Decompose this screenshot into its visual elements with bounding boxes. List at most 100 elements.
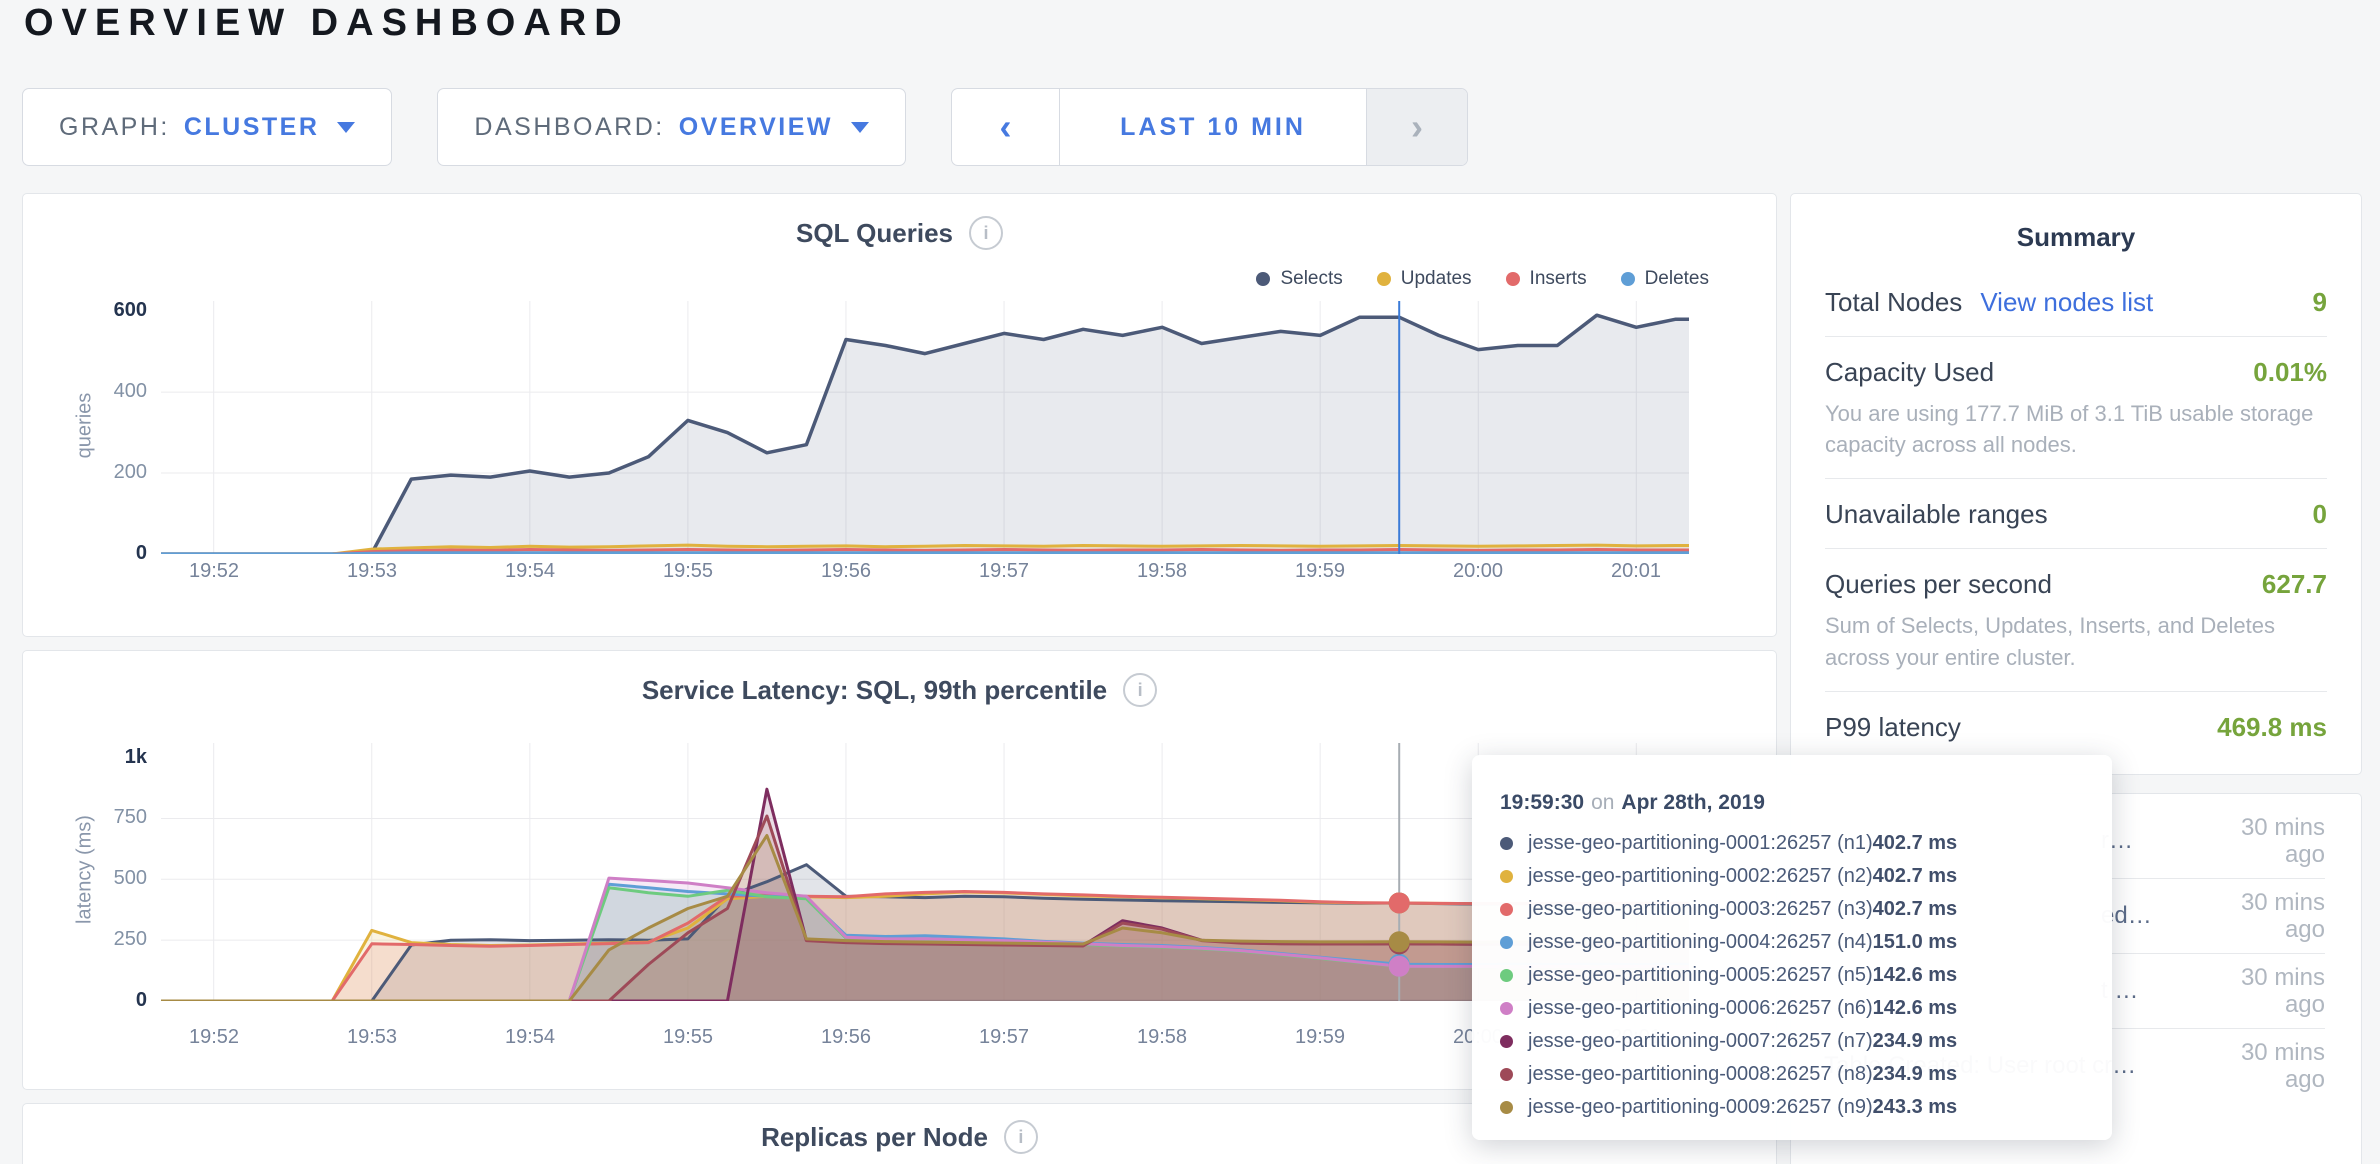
node-latency-value: 234.9 ms [1873,1030,1958,1053]
summary-subtext: You are using 177.7 MiB of 3.1 TiB usabl… [1825,398,2327,460]
summary-label: Unavailable ranges [1825,499,2048,530]
summary-label: Total Nodes [1825,287,1962,318]
summary-title: Summary [1825,222,2327,253]
y-axis-label: queries [74,306,97,546]
tooltip-date: Apr 28th, 2019 [1621,791,1765,814]
tooltip-row: jesse-geo-partitioning-0005:26257 (n5)14… [1500,959,2084,992]
chevron-down-icon [337,122,355,133]
series-dot-icon [1500,837,1513,850]
series-dot-icon [1500,1068,1513,1081]
x-tick-label: 19:54 [485,560,575,583]
chevron-right-icon: › [1411,106,1423,148]
node-name: jesse-geo-partitioning-0002:26257 (n2) [1528,865,1873,888]
x-tick-label: 19:53 [327,560,417,583]
x-tick-label: 19:56 [801,560,891,583]
controls-bar: GRAPH: CLUSTER DASHBOARD: OVERVIEW ‹ LAS… [22,88,1468,166]
summary-value: 0 [2313,499,2327,530]
tooltip-row: jesse-geo-partitioning-0006:26257 (n6)14… [1500,992,2084,1025]
node-latency-value: 402.7 ms [1873,832,1958,855]
tooltip-header: 19:59:30 on Apr 28th, 2019 [1500,791,2084,815]
chart-plot[interactable] [161,743,1689,1001]
node-name: jesse-geo-partitioning-0001:26257 (n1) [1528,832,1873,855]
chart-tooltip: 19:59:30 on Apr 28th, 2019 jesse-geo-parti… [1472,755,2112,1140]
chart-plot[interactable] [161,301,1689,554]
summary-subtext: Sum of Selects, Updates, Inserts, and De… [1825,610,2327,672]
node-name: jesse-geo-partitioning-0003:26257 (n3) [1528,898,1873,921]
page: OVERVIEW DASHBOARD GRAPH: CLUSTER DASHBO… [0,0,2380,1164]
x-tick-label: 19:58 [1117,1026,1207,1049]
node-latency-value: 402.7 ms [1873,898,1958,921]
summary-row: Unavailable ranges 0 [1825,478,2327,548]
node-name: jesse-geo-partitioning-0009:26257 (n9) [1528,1096,1873,1119]
series-dot-icon [1500,870,1513,883]
page-title: OVERVIEW DASHBOARD [24,2,630,45]
node-name: jesse-geo-partitioning-0006:26257 (n6) [1528,997,1873,1020]
event-timestamp: 30 minsago [2241,889,2325,943]
node-name: jesse-geo-partitioning-0004:26257 (n4) [1528,931,1873,954]
graph-dropdown[interactable]: GRAPH: CLUSTER [22,88,392,166]
x-tick-label: 20:01 [1591,560,1681,583]
series-dot-icon [1500,969,1513,982]
node-latency-value: 142.6 ms [1873,964,1958,987]
x-tick-label: 19:56 [801,1026,891,1049]
sql-queries-chart[interactable]: 020040060019:5219:5319:5419:5519:5619:57… [23,194,1776,636]
node-latency-value: 402.7 ms [1873,865,1958,888]
summary-value: 0.01% [2253,357,2327,388]
tooltip-on: on [1591,791,1614,814]
x-tick-label: 19:57 [959,560,1049,583]
summary-card: Summary Total Nodes View nodes list 9 Capac… [1790,193,2362,775]
series-dot-icon [1500,1101,1513,1114]
tooltip-rows: jesse-geo-partitioning-0001:26257 (n1)40… [1500,827,2084,1124]
summary-label: Capacity Used [1825,357,1994,388]
x-tick-label: 20:00 [1433,560,1523,583]
chevron-down-icon [851,122,869,133]
graph-dropdown-value: CLUSTER [184,113,320,142]
node-name: jesse-geo-partitioning-0005:26257 (n5) [1528,964,1873,987]
time-range-value[interactable]: LAST 10 MIN [1059,89,1367,165]
event-timestamp: 30 minsago [2241,1039,2325,1093]
dashboard-dropdown-label: DASHBOARD: [474,113,664,142]
tooltip-time: 19:59:30 [1500,791,1584,814]
x-tick-label: 19:55 [643,560,733,583]
tooltip-row: jesse-geo-partitioning-0009:26257 (n9)24… [1500,1091,2084,1124]
dashboard-dropdown[interactable]: DASHBOARD: OVERVIEW [437,88,906,166]
time-prev-button[interactable]: ‹ [952,89,1059,165]
x-tick-label: 19:54 [485,1026,575,1049]
node-latency-value: 234.9 ms [1873,1063,1958,1086]
event-timestamp: 30 minsago [2241,964,2325,1018]
series-dot-icon [1500,936,1513,949]
tooltip-row: jesse-geo-partitioning-0001:26257 (n1)40… [1500,827,2084,860]
x-tick-label: 19:52 [169,560,259,583]
tooltip-row: jesse-geo-partitioning-0002:26257 (n2)40… [1500,860,2084,893]
info-icon[interactable]: i [1004,1120,1038,1154]
summary-label: P99 latency [1825,712,1961,743]
x-tick-label: 19:55 [643,1026,733,1049]
node-name: jesse-geo-partitioning-0008:26257 (n8) [1528,1063,1873,1086]
time-next-button[interactable]: › [1367,89,1467,165]
x-tick-label: 19:52 [169,1026,259,1049]
x-tick-label: 19:53 [327,1026,417,1049]
event-timestamp: 30 minsago [2241,814,2325,868]
sql-queries-card: SQL Queries i SelectsUpdatesInsertsDelet… [22,193,1777,637]
summary-label: Queries per second [1825,569,2052,600]
tooltip-row: jesse-geo-partitioning-0007:26257 (n7)23… [1500,1025,2084,1058]
series-dot-icon [1500,903,1513,916]
summary-row: P99 latency469.8 ms [1825,691,2327,761]
view-nodes-link[interactable]: View nodes list [1980,287,2153,318]
summary-value: 627.7 [2262,569,2327,600]
x-tick-label: 19:59 [1275,1026,1365,1049]
node-latency-value: 142.6 ms [1873,997,1958,1020]
summary-row: Capacity Used 0.01% You are using 177.7 Mi… [1825,336,2327,478]
series-dot-icon [1500,1002,1513,1015]
x-tick-label: 19:59 [1275,560,1365,583]
summary-rows: Total Nodes View nodes list 9 Capacity Used… [1825,267,2327,761]
tooltip-row: jesse-geo-partitioning-0004:26257 (n4)15… [1500,926,2084,959]
series-dot-icon [1500,1035,1513,1048]
x-tick-label: 19:58 [1117,560,1207,583]
node-latency-value: 151.0 ms [1873,931,1958,954]
node-name: jesse-geo-partitioning-0007:26257 (n7) [1528,1030,1873,1053]
x-tick-label: 19:57 [959,1026,1049,1049]
summary-value: 9 [2313,287,2327,318]
node-latency-value: 243.3 ms [1873,1096,1958,1119]
summary-row: Total Nodes View nodes list 9 [1825,267,2327,336]
